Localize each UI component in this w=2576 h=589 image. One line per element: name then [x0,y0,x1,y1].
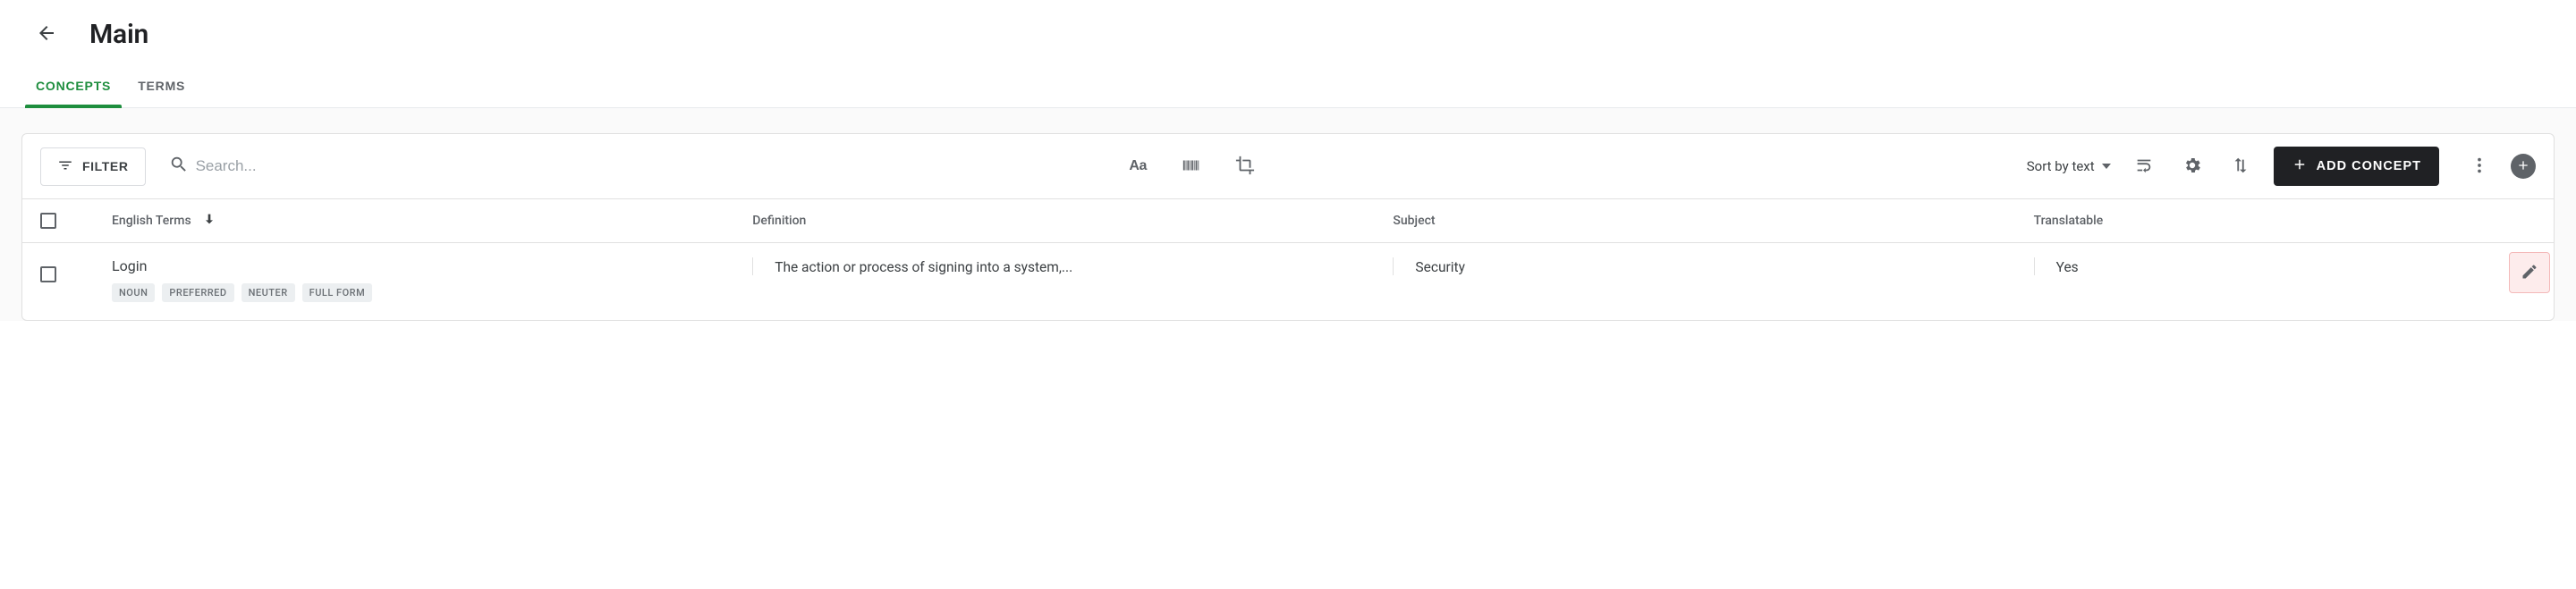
table-body: Login NOUN PREFERRED NEUTER FULL FORM Th… [22,243,2554,320]
plus-icon [2292,156,2308,176]
barcode-icon [1182,156,1201,178]
tab-bar: CONCEPTS TERMS [0,57,2576,108]
text-case-button[interactable]: Aa [1123,151,1153,181]
filter-label: FILTER [82,159,129,173]
col-definition[interactable]: Definition [752,214,1393,228]
search-icon [169,155,189,178]
settings-button[interactable] [2177,151,2207,181]
barcode-button[interactable] [1176,151,1207,181]
sort-desc-icon [202,212,216,230]
tab-terms[interactable]: TERMS [138,70,185,107]
toolbar: FILTER Aa [22,134,2554,198]
edit-row-button[interactable] [2509,252,2550,293]
term-name: Login [112,257,752,274]
wrap-text-button[interactable] [2129,151,2159,181]
text-case-icon: Aa [1129,158,1146,174]
caret-down-icon [2102,164,2111,169]
row-checkbox[interactable] [40,266,56,282]
col-translatable[interactable]: Translatable [2034,214,2482,228]
pencil-icon [2521,263,2538,283]
more-button[interactable] [2464,151,2495,181]
tab-concepts[interactable]: CONCEPTS [36,70,111,107]
table-row[interactable]: Login NOUN PREFERRED NEUTER FULL FORM Th… [22,243,2554,320]
more-vertical-icon [2470,156,2489,178]
concepts-panel: FILTER Aa [21,133,2555,321]
wrap-text-icon [2134,156,2154,178]
page-title: Main [89,19,148,50]
gear-icon [2182,156,2202,178]
add-concept-button[interactable]: ADD CONCEPT [2274,147,2439,186]
term-tags: NOUN PREFERRED NEUTER FULL FORM [112,283,752,302]
select-all-checkbox[interactable] [40,213,56,229]
tag: NOUN [112,283,155,302]
tag: FULL FORM [302,283,373,302]
cell-subject: Security [1393,257,2033,275]
cell-translatable: Yes [2034,257,2482,275]
swap-sort-button[interactable] [2225,151,2256,181]
table-header: English Terms Definition Subject Transla… [22,198,2554,243]
plus-circle-icon [2516,158,2530,175]
crop-icon [1235,156,1255,178]
col-subject[interactable]: Subject [1393,214,2033,228]
search-input[interactable] [196,157,393,175]
sort-dropdown[interactable]: Sort by text [2027,158,2111,174]
crop-button[interactable] [1230,151,1260,181]
col-terms[interactable]: English Terms [112,212,752,230]
add-concept-label: ADD CONCEPT [2317,159,2421,173]
back-button[interactable] [29,16,64,52]
col-terms-label: English Terms [112,214,191,228]
filter-icon [57,157,73,176]
arrow-left-icon [36,22,57,46]
sort-label-text: Sort by text [2027,158,2095,174]
cell-definition: The action or process of signing into a … [752,257,1393,275]
swap-vertical-icon [2231,156,2250,178]
search-wrap [169,155,393,178]
add-circle-button[interactable] [2511,154,2536,179]
tag: PREFERRED [162,283,233,302]
filter-button[interactable]: FILTER [40,147,146,186]
tag: NEUTER [242,283,295,302]
